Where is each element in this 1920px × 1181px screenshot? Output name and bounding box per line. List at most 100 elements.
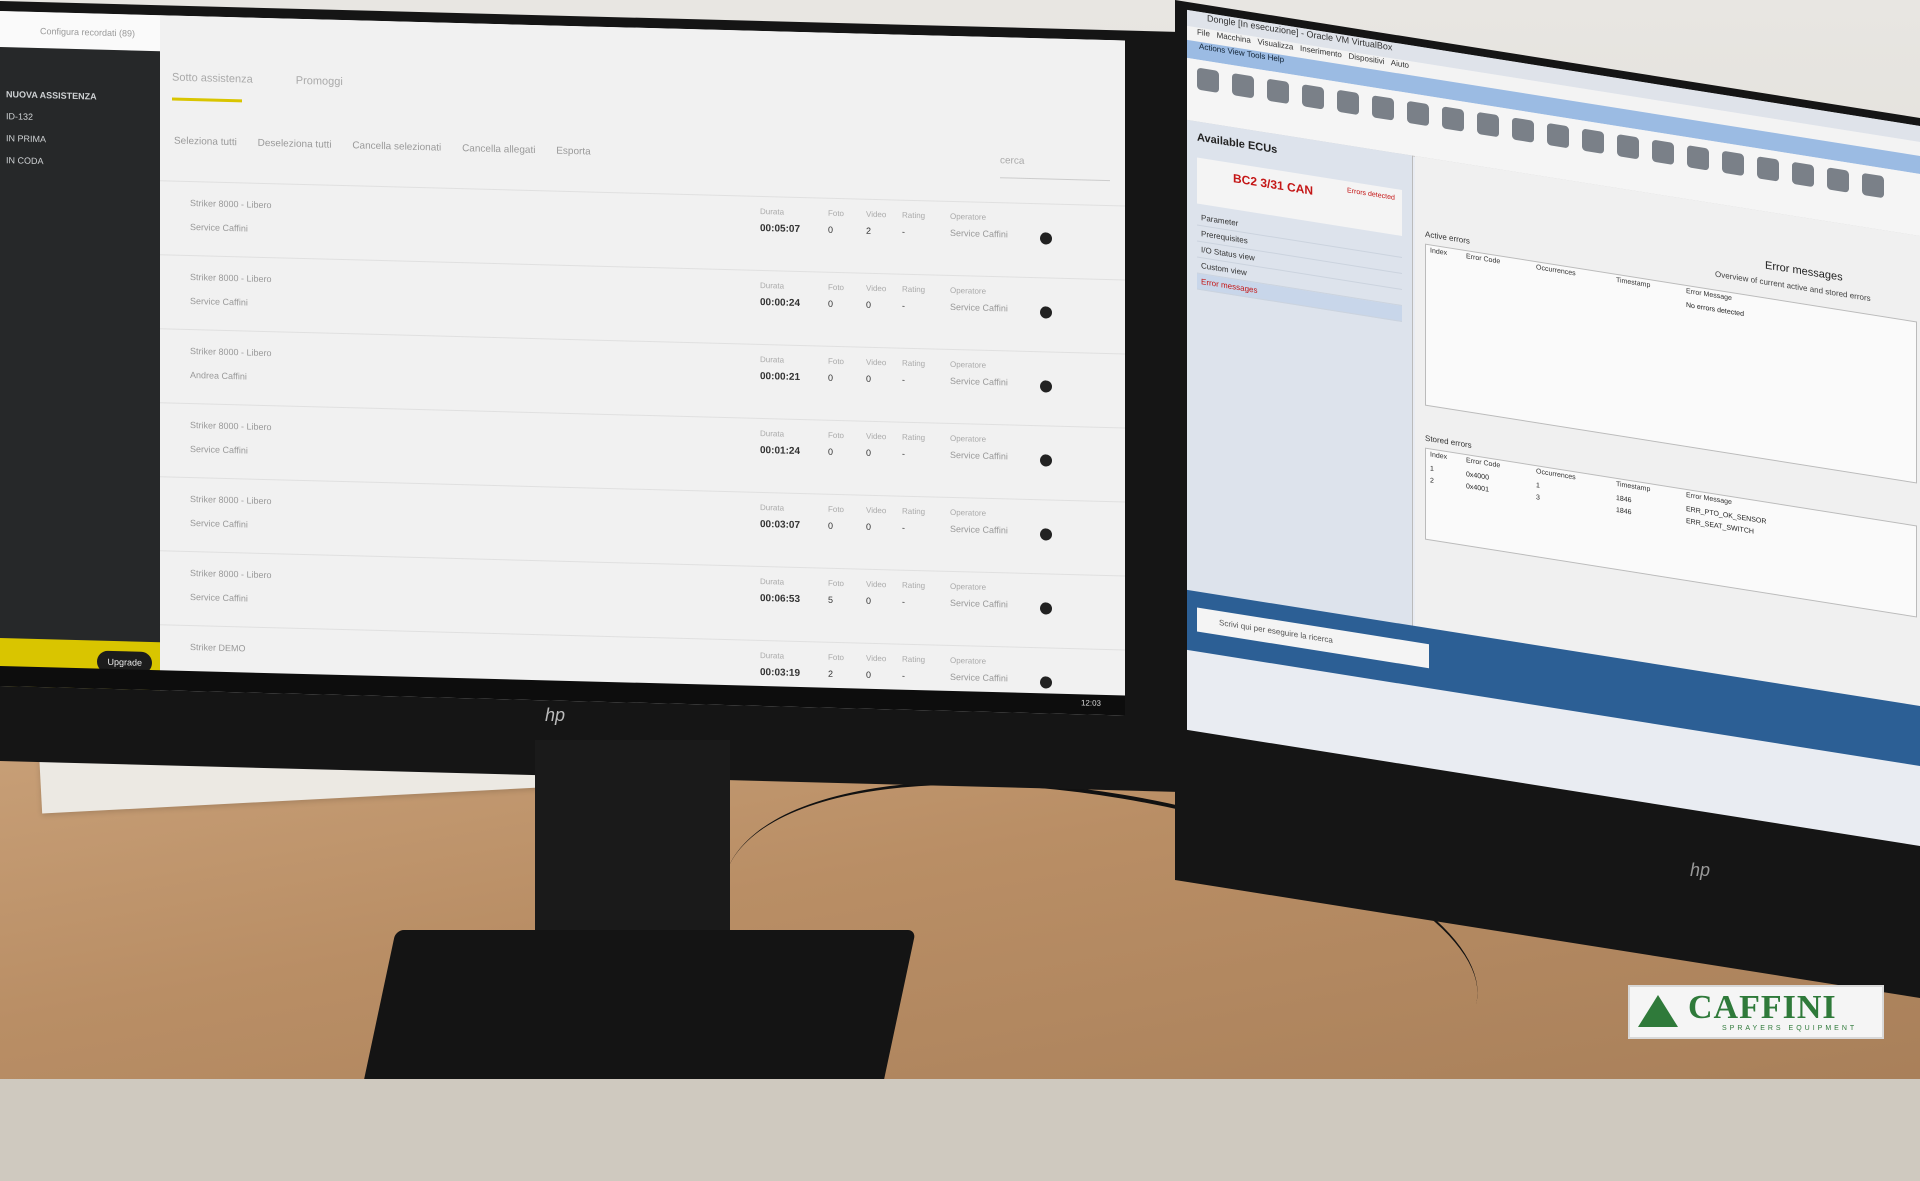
session-rating: -: [902, 596, 905, 607]
ecu-status: Errors detected: [1347, 187, 1395, 202]
active-tab-underline: [172, 97, 242, 103]
stored-row-index: 1: [1430, 465, 1434, 474]
left-monitor: Configura recordati (89) NUOVA ASSISTENZ…: [0, 0, 1180, 792]
toolbar-tool-icon[interactable]: [1407, 100, 1429, 127]
session-name: Striker 8000 - Libero: [190, 494, 272, 507]
column-header: Video: [866, 357, 887, 368]
toolbar-tool-icon[interactable]: [1827, 167, 1849, 193]
deselect-all-button[interactable]: Deseleziona tutti: [258, 138, 332, 151]
column-header: Rating: [902, 358, 926, 369]
grid-header-code: Error Code: [1466, 253, 1501, 266]
grid2-header-code: Error Code: [1466, 457, 1501, 470]
session-owner: Andrea Caffini: [190, 370, 247, 382]
toolbar-tool-icon[interactable]: [1862, 172, 1884, 199]
toolbar-tool-icon[interactable]: [1442, 106, 1464, 132]
session-duration: 00:03:19: [760, 666, 801, 679]
session-operator: Service Caffini: [950, 597, 1008, 610]
tab-promoggi[interactable]: Promoggi: [296, 75, 343, 88]
column-header: Operatore: [950, 655, 987, 666]
toolbar-tool-icon[interactable]: [1757, 156, 1779, 182]
sidebar: NUOVA ASSISTENZA ID-132 IN PRIMA IN CODA…: [0, 47, 160, 691]
stored-errors-grid: Index Error Code Occurrences Timestamp E…: [1425, 447, 1917, 618]
session-photos: 0: [828, 224, 834, 235]
stored-row-occ: 1: [1536, 482, 1540, 490]
session-videos: 0: [866, 521, 872, 532]
toolbar-tool-icon[interactable]: [1617, 134, 1639, 160]
toolbar-tool-icon[interactable]: [1792, 161, 1814, 188]
status-dot-icon[interactable]: [1040, 232, 1052, 245]
session-videos: 0: [866, 447, 872, 458]
session-owner: Service Caffini: [190, 518, 248, 530]
logo-text: CAFFINI: [1688, 989, 1837, 1026]
column-header: Durata: [760, 280, 785, 291]
toolbar-tool-icon[interactable]: [1512, 117, 1534, 143]
toolbar-tool-icon[interactable]: [1232, 73, 1254, 99]
delete-attachments-button[interactable]: Cancella allegati: [462, 143, 535, 156]
select-all-button[interactable]: Seleziona tutti: [174, 136, 237, 149]
status-dot-icon[interactable]: [1040, 454, 1052, 467]
tab-bar: Sotto assistenza Promoggi: [172, 72, 383, 90]
hp-logo-right: hp: [1690, 860, 1711, 880]
toolbar-tool-icon[interactable]: [1652, 139, 1674, 166]
grid-header-timestamp: Timestamp: [1616, 276, 1651, 290]
right-screen: Dongle [In esecuzione] - Oracle VM Virtu…: [1187, 9, 1920, 846]
status-dot-icon[interactable]: [1040, 602, 1052, 615]
status-dot-icon[interactable]: [1040, 306, 1052, 319]
toolbar-tool-icon[interactable]: [1582, 128, 1604, 154]
tab-assistenza[interactable]: Sotto assistenza: [172, 72, 253, 86]
ecu-panel: Available ECUs BC2 3/31 CAN Errors detec…: [1187, 119, 1413, 636]
sidebar-item-queue[interactable]: IN CODA: [0, 149, 160, 175]
toolbar-tool-icon[interactable]: [1267, 78, 1289, 105]
column-header: Foto: [828, 578, 845, 589]
session-photos: 0: [828, 520, 834, 531]
right-monitor: Dongle [In esecuzione] - Oracle VM Virtu…: [1175, 0, 1920, 998]
toolbar-tool-icon[interactable]: [1722, 150, 1744, 177]
session-videos: 0: [866, 669, 872, 680]
session-name: Striker 8000 - Libero: [190, 420, 272, 433]
column-header: Durata: [760, 576, 785, 587]
session-name: Striker DEMO: [190, 642, 246, 654]
grid2-header-occurrences: Occurrences: [1536, 468, 1576, 482]
status-dot-icon[interactable]: [1040, 676, 1052, 689]
column-header: Foto: [828, 356, 845, 367]
session-duration: 00:03:07: [760, 518, 801, 531]
session-operator: Service Caffini: [950, 301, 1008, 314]
stored-row-code: 0x4001: [1466, 483, 1489, 494]
session-videos: 0: [866, 299, 872, 310]
toolbar-tool-icon[interactable]: [1372, 95, 1394, 121]
toolbar-tool-icon[interactable]: [1197, 67, 1219, 93]
session-rating: -: [902, 226, 905, 237]
logo-subtitle: SPRAYERS EQUIPMENT: [1722, 1025, 1858, 1032]
caffini-logo: CAFFINI SPRAYERS EQUIPMENT: [1628, 985, 1884, 1039]
column-header: Durata: [760, 206, 785, 217]
session-photos: 0: [828, 446, 834, 457]
menu-aiuto[interactable]: Aiuto: [1391, 58, 1409, 70]
toolbar-tool-icon[interactable]: [1337, 89, 1359, 116]
toolbar-tool-icon[interactable]: [1687, 145, 1709, 171]
column-header: Rating: [902, 432, 926, 443]
status-dot-icon[interactable]: [1040, 380, 1052, 393]
column-header: Durata: [760, 650, 785, 661]
menu-file[interactable]: File: [1197, 27, 1210, 38]
grid2-header-timestamp: Timestamp: [1616, 480, 1651, 494]
session-operator: Service Caffini: [950, 227, 1008, 240]
session-name: Striker 8000 - Libero: [190, 272, 272, 285]
stored-row-occ: 3: [1536, 494, 1540, 502]
toolbar-tool-icon[interactable]: [1302, 84, 1324, 110]
search-input[interactable]: cerca: [1000, 155, 1110, 182]
column-header: Operatore: [950, 507, 987, 518]
stored-row-code: 0x4000: [1466, 471, 1489, 482]
toolbar-tool-icon[interactable]: [1477, 111, 1499, 138]
status-dot-icon[interactable]: [1040, 528, 1052, 541]
session-photos: 0: [828, 298, 834, 309]
grid-header-message: Error Message: [1686, 287, 1732, 303]
ecu-name: BC2 3/31 CAN: [1233, 171, 1314, 198]
delete-selected-button[interactable]: Cancella selezionati: [352, 140, 441, 153]
taskbar-clock: 12:03: [1080, 698, 1101, 708]
session-rating: -: [902, 300, 905, 311]
error-panel: Error messages Overview of current activ…: [1415, 156, 1920, 716]
session-videos: 0: [866, 595, 872, 606]
export-button[interactable]: Esporta: [556, 146, 590, 158]
toolbar-tool-icon[interactable]: [1547, 122, 1569, 149]
column-header: Foto: [828, 504, 845, 515]
